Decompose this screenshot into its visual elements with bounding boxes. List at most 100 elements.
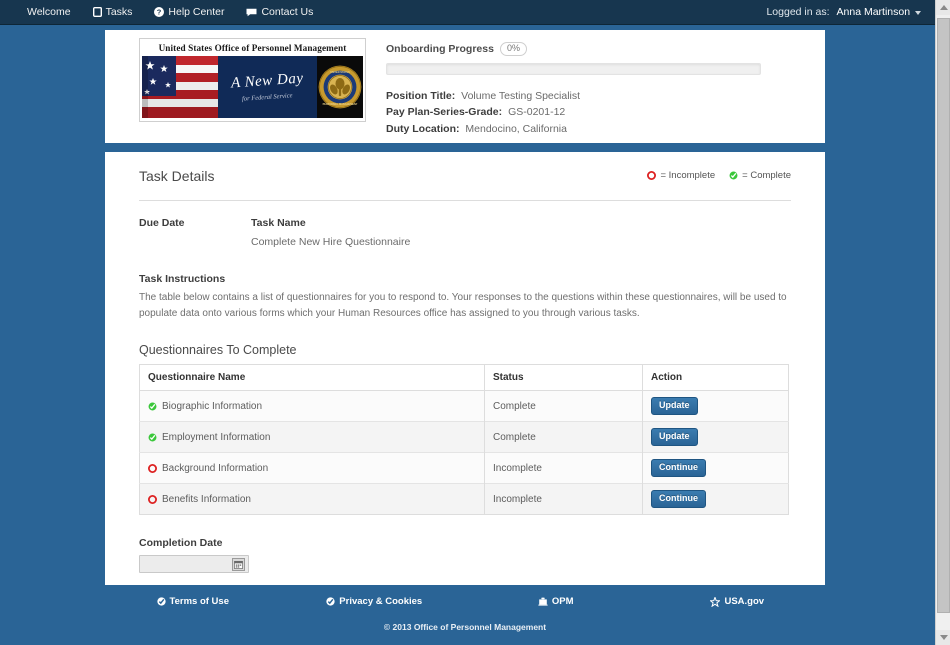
questionnaire-name: Employment Information — [162, 431, 271, 443]
footer-link-label: USA.gov — [724, 596, 765, 607]
svg-text:PERSONNEL MANAGEMENT: PERSONNEL MANAGEMENT — [323, 103, 358, 106]
task-name-field: Task Name Complete New Hire Questionnair… — [251, 217, 791, 248]
completion-date-input-group[interactable] — [139, 555, 249, 574]
table-row: Biographic Information Complete Update — [139, 390, 789, 422]
progress-percent-badge: 0% — [499, 42, 527, 56]
pay-plan-label: Pay Plan-Series-Grade: — [386, 106, 503, 119]
questionnaires-table-body: Biographic Information Complete Update Empl… — [139, 390, 789, 515]
page-body: United States Office of Personnel Manage… — [0, 25, 935, 645]
star-icon — [709, 595, 722, 607]
footer-link-usa-gov[interactable]: USA.gov — [647, 595, 829, 607]
svg-text:?: ? — [157, 8, 162, 17]
footer-link-opm[interactable]: OPM — [465, 596, 647, 607]
circle-outline-icon — [647, 170, 657, 180]
cell-status: Incomplete — [484, 483, 643, 515]
chevron-up-icon — [939, 5, 948, 10]
status-legend: = Incomplete = Complete — [647, 168, 791, 181]
footer-link-terms-of-use[interactable]: Terms of Use — [102, 596, 284, 607]
position-title-value: Volume Testing Specialist — [461, 90, 581, 102]
due-date-field: Due Date — [139, 217, 251, 248]
cell-action: Continue — [642, 452, 789, 484]
header-divider — [105, 142, 825, 152]
footer-links: Terms of Use Privacy & Cookies OPM USA.g… — [102, 591, 828, 613]
user-name: Anna Martinson — [836, 6, 911, 18]
cell-status: Complete — [484, 390, 643, 422]
nav-item-label: Help Center — [168, 6, 225, 18]
a-new-day-tagline: A New Day for Federal Service — [218, 56, 317, 118]
cell-status: Complete — [484, 421, 643, 453]
task-name-value: Complete New Hire Questionnaire — [251, 235, 411, 248]
footer-link-label: Privacy & Cookies — [339, 596, 423, 607]
legend-complete-label: = Complete — [742, 169, 791, 181]
cell-status: Incomplete — [484, 452, 643, 484]
logged-in-label: Logged in as: — [766, 6, 830, 18]
tagline-text: A New Day — [230, 70, 305, 92]
legend-incomplete: = Incomplete — [647, 170, 715, 181]
legend-incomplete-label: = Incomplete — [660, 169, 716, 181]
chevron-down-icon — [939, 635, 948, 640]
circle-outline-icon — [148, 494, 157, 504]
progress-bar-track — [386, 63, 761, 75]
svg-text:UNITED STATES: UNITED STATES — [330, 71, 350, 74]
user-menu-button[interactable]: Anna Martinson — [837, 6, 921, 18]
check-circle-icon — [326, 597, 335, 606]
onboarding-progress: Onboarding Progress 0% — [386, 42, 781, 56]
page-title: Task Details — [139, 167, 215, 184]
table-row: Employment Information Complete Update — [139, 421, 789, 453]
nav-item-contact-us[interactable]: Contact Us — [246, 6, 313, 18]
opm-logo-banner: United States Office of Personnel Manage… — [139, 38, 366, 137]
scrollbar-thumb[interactable] — [937, 18, 950, 613]
vertical-scrollbar[interactable] — [935, 0, 950, 645]
title-divider — [139, 199, 791, 201]
nav-item-label: Tasks — [105, 6, 133, 18]
progress-label: Onboarding Progress — [386, 43, 494, 55]
check-circle-icon — [729, 171, 738, 180]
bank-icon — [538, 597, 548, 606]
circle-outline-icon — [148, 463, 157, 473]
pay-plan-value: GS-0201-12 — [508, 106, 566, 119]
scroll-down-button[interactable] — [936, 630, 950, 645]
questionnaire-name: Background Information — [162, 462, 269, 474]
questionnaire-name: Benefits Information — [162, 493, 251, 505]
task-name-label: Task Name — [251, 216, 306, 229]
nav-item-label: Contact Us — [261, 6, 314, 18]
duty-location-label: Duty Location: — [386, 122, 460, 135]
table-row: Background Information Incomplete Continue — [139, 452, 789, 484]
page-footer: Terms of Use Privacy & Cookies OPM USA.g… — [102, 585, 828, 645]
task-instructions-label: Task Instructions — [139, 272, 226, 285]
nav-item-help-center[interactable]: ? Help Center — [154, 6, 224, 18]
nav-item-tasks[interactable]: Tasks — [92, 6, 133, 18]
task-instructions-text: The table below contains a list of quest… — [139, 291, 787, 319]
top-navigation-bar: Welcome Tasks ? Help Center Contact Us L… — [0, 0, 935, 25]
continue-button[interactable]: Continue — [651, 490, 706, 509]
check-circle-icon — [148, 433, 157, 442]
check-circle-icon — [156, 597, 166, 606]
clipboard-icon — [92, 6, 102, 18]
cell-questionnaire-name: Employment Information — [139, 421, 485, 453]
cell-action: Update — [642, 390, 789, 422]
cell-action: Continue — [642, 483, 789, 515]
continue-button[interactable]: Continue — [651, 459, 706, 478]
nav-links: Welcome Tasks ? Help Center Contact Us — [27, 6, 335, 18]
due-date-label: Due Date — [139, 216, 185, 229]
position-info-block: Onboarding Progress 0% Position Title: V… — [386, 38, 781, 137]
update-button[interactable]: Update — [651, 397, 698, 416]
content-card: United States Office of Personnel Manage… — [102, 30, 828, 645]
questionnaires-section-title: Questionnaires To Complete — [139, 343, 297, 358]
check-circle-icon — [148, 402, 157, 411]
table-header-row: Questionnaire Name Status Action — [139, 364, 789, 392]
footer-link-privacy-cookies[interactable]: Privacy & Cookies — [284, 596, 466, 607]
footer-link-label: OPM — [551, 596, 574, 607]
page-header: United States Office of Personnel Manage… — [105, 30, 825, 143]
tagline-subtext: for Federal Service — [242, 92, 293, 103]
position-meta: Position Title: Volume Testing Specialis… — [386, 88, 781, 137]
task-details-panel: Task Details = Incomplete = Complete Due… — [105, 151, 825, 645]
nav-item-welcome[interactable]: Welcome — [27, 6, 71, 18]
completion-date-label: Completion Date — [139, 537, 223, 550]
scroll-up-button[interactable] — [936, 0, 950, 15]
calendar-icon[interactable] — [232, 557, 245, 571]
column-header-name: Questionnaire Name — [139, 364, 485, 392]
update-button[interactable]: Update — [651, 428, 698, 447]
completion-date-field: Completion Date — [139, 537, 791, 574]
column-header-status: Status — [484, 364, 643, 392]
